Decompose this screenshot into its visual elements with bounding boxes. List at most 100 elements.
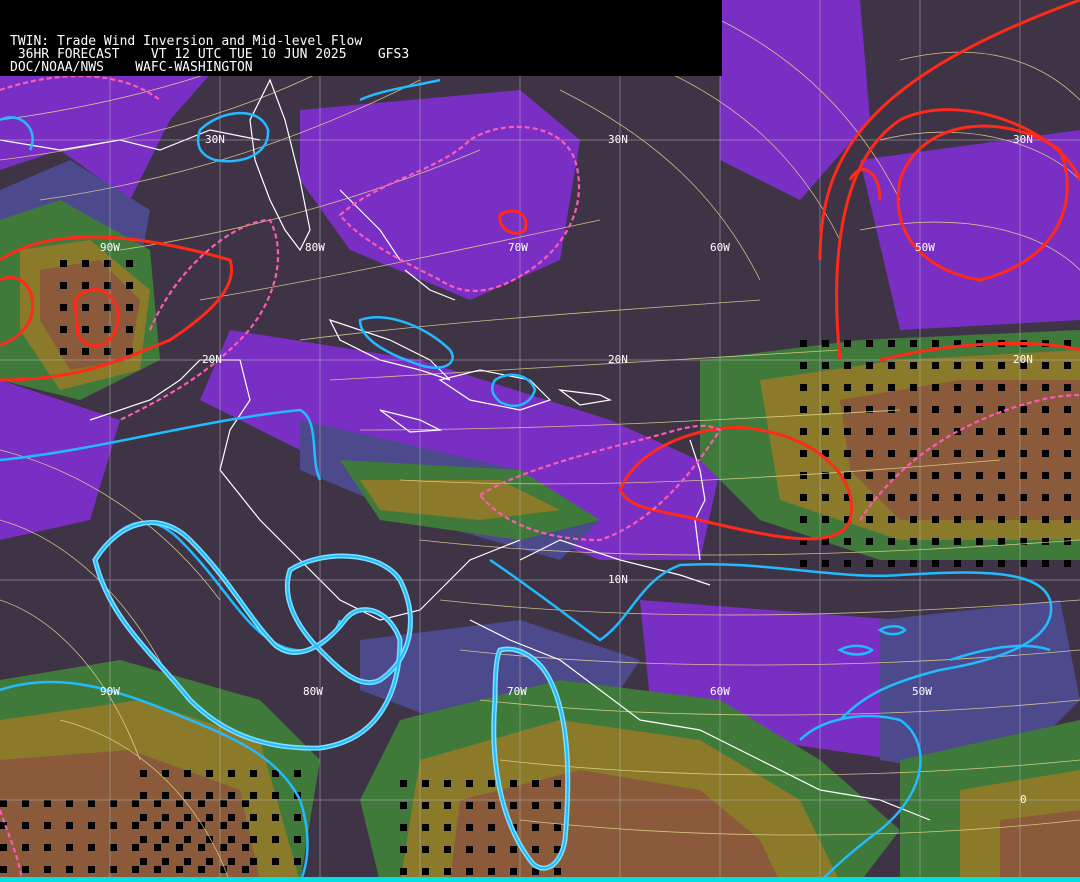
stipple-marker [0, 866, 7, 873]
stipple-marker [110, 844, 117, 851]
lon-label-60w-bottom: 60W [710, 685, 730, 698]
stipple-marker [66, 844, 73, 851]
stipple-marker [250, 836, 257, 843]
stipple-marker [162, 814, 169, 821]
stipple-marker [866, 362, 873, 369]
stipple-marker [444, 846, 451, 853]
stipple-marker [910, 384, 917, 391]
stipple-marker [88, 866, 95, 873]
stipple-marker [510, 780, 517, 787]
stipple-marker [488, 780, 495, 787]
stipple-marker [844, 450, 851, 457]
stipple-marker [844, 384, 851, 391]
stipple-marker [184, 792, 191, 799]
stipple-marker [532, 846, 539, 853]
stipple-marker [206, 858, 213, 865]
stipple-marker [126, 282, 133, 289]
lon-label-70w-bottom: 70W [507, 685, 527, 698]
stipple-marker [532, 802, 539, 809]
stipple-marker [866, 340, 873, 347]
stipple-marker [888, 406, 895, 413]
stipple-marker [400, 824, 407, 831]
lon-label-50w-bottom: 50W [912, 685, 932, 698]
stipple-marker [822, 406, 829, 413]
stipple-marker [132, 822, 139, 829]
stipple-marker [1020, 450, 1027, 457]
stipple-marker [400, 780, 407, 787]
stipple-marker [866, 560, 873, 567]
lon-label-60w-top: 60W [710, 241, 730, 254]
stipple-marker [250, 792, 257, 799]
stipple-marker [0, 844, 7, 851]
stipple-marker [510, 802, 517, 809]
stipple-marker [110, 800, 117, 807]
stipple-marker [844, 428, 851, 435]
stipple-marker [400, 802, 407, 809]
stipple-marker [822, 340, 829, 347]
stipple-marker [184, 770, 191, 777]
stipple-marker [866, 472, 873, 479]
stipple-marker [910, 516, 917, 523]
stipple-marker [532, 824, 539, 831]
stipple-marker [998, 472, 1005, 479]
stipple-marker [22, 866, 29, 873]
lon-label-90w-top: 90W [100, 241, 120, 254]
stipple-marker [954, 516, 961, 523]
stipple-marker [822, 428, 829, 435]
stipple-marker [1042, 428, 1049, 435]
lon-label-80w-bottom: 80W [303, 685, 323, 698]
forecast-map: 30N 30N 30N 20N 20N 20N 10N 0 90W 80W 70… [0, 0, 1080, 882]
stipple-marker [220, 844, 227, 851]
stipple-marker [132, 800, 139, 807]
stipple-marker [294, 770, 301, 777]
lon-label-80w-top: 80W [305, 241, 325, 254]
stipple-marker [976, 560, 983, 567]
stipple-marker [1042, 406, 1049, 413]
stipple-marker [132, 866, 139, 873]
lat-label-30n-east: 30N [1013, 133, 1033, 146]
stipple-marker [954, 472, 961, 479]
stipple-marker [228, 814, 235, 821]
stipple-marker [510, 846, 517, 853]
stipple-marker [1064, 428, 1071, 435]
stipple-marker [132, 844, 139, 851]
stipple-marker [242, 866, 249, 873]
stipple-marker [1064, 472, 1071, 479]
stipple-marker [888, 428, 895, 435]
stipple-marker [140, 770, 147, 777]
stipple-marker [140, 858, 147, 865]
stipple-marker [198, 800, 205, 807]
stipple-marker [176, 866, 183, 873]
stipple-marker [932, 494, 939, 501]
issuing-agency: DOC/NOAA/NWS WAFC-WASHINGTON [10, 60, 253, 75]
stipple-marker [954, 538, 961, 545]
stipple-marker [954, 362, 961, 369]
stipple-marker [1020, 494, 1027, 501]
stipple-marker [998, 428, 1005, 435]
stipple-marker [198, 844, 205, 851]
stipple-marker [910, 560, 917, 567]
stipple-marker [44, 866, 51, 873]
lat-label-20n-east: 20N [1013, 353, 1033, 366]
stipple-marker [1042, 560, 1049, 567]
stipple-marker [466, 780, 473, 787]
stipple-marker [154, 844, 161, 851]
stipple-marker [110, 822, 117, 829]
stipple-marker [60, 260, 67, 267]
stipple-marker [976, 384, 983, 391]
stipple-marker [910, 450, 917, 457]
stipple-marker [998, 538, 1005, 545]
stipple-marker [488, 802, 495, 809]
stipple-marker [888, 516, 895, 523]
stipple-marker [184, 814, 191, 821]
stipple-marker [932, 362, 939, 369]
stipple-marker [910, 362, 917, 369]
stipple-marker [910, 340, 917, 347]
stipple-marker [954, 494, 961, 501]
stipple-marker [488, 846, 495, 853]
stipple-marker [954, 450, 961, 457]
stipple-marker [932, 560, 939, 567]
stipple-marker [932, 340, 939, 347]
stipple-marker [206, 792, 213, 799]
stipple-marker [176, 822, 183, 829]
